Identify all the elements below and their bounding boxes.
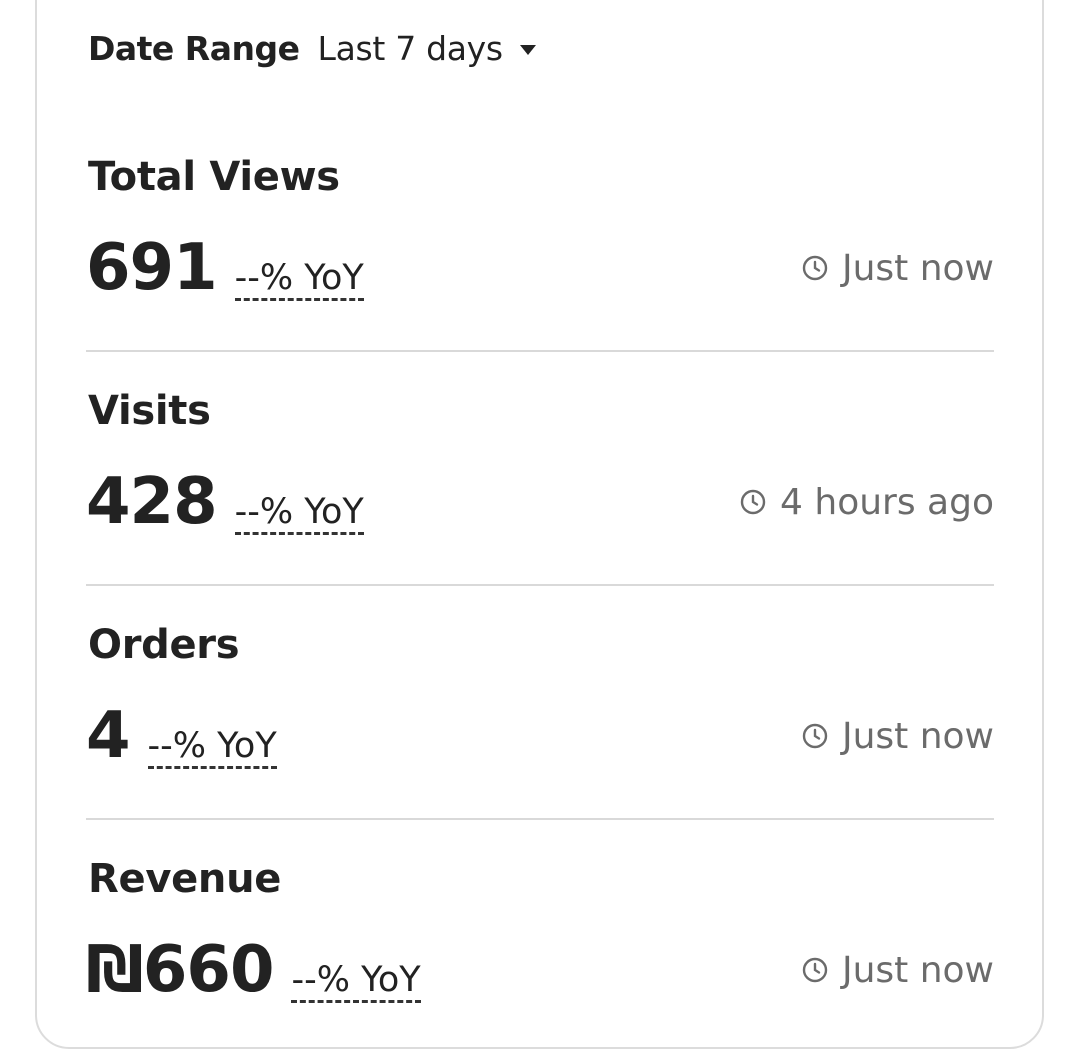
last-updated-text: Just now bbox=[841, 949, 994, 991]
metric-revenue: Revenue ₪660 --% YoY Just now bbox=[86, 818, 994, 1052]
metric-orders: Orders 4 --% YoY Just now bbox=[86, 584, 994, 820]
clock-icon bbox=[802, 723, 828, 749]
metric-title: Visits bbox=[88, 388, 211, 434]
metric-total-views: Total Views 691 --% YoY Just now bbox=[86, 116, 994, 352]
yoy-change[interactable]: --% YoY bbox=[291, 961, 421, 1003]
metric-value: 428 bbox=[86, 465, 218, 539]
metric-value: ₪660 bbox=[86, 933, 274, 1007]
clock-icon bbox=[802, 957, 828, 983]
metric-value: 4 bbox=[86, 699, 131, 773]
last-updated: Just now bbox=[802, 248, 994, 289]
clock-icon bbox=[740, 489, 766, 515]
last-updated-text: Just now bbox=[841, 715, 994, 757]
metric-title: Orders bbox=[88, 622, 240, 668]
date-range-label: Date Range bbox=[88, 28, 300, 68]
yoy-change[interactable]: --% YoY bbox=[234, 493, 364, 535]
metric-title: Revenue bbox=[88, 856, 282, 902]
last-updated: 4 hours ago bbox=[740, 482, 994, 523]
metric-visits: Visits 428 --% YoY 4 hours ago bbox=[86, 350, 994, 586]
last-updated: Just now bbox=[802, 950, 994, 991]
last-updated-text: 4 hours ago bbox=[780, 481, 994, 523]
yoy-change[interactable]: --% YoY bbox=[234, 259, 364, 301]
caret-down-icon[interactable] bbox=[519, 45, 536, 55]
metric-title: Total Views bbox=[88, 154, 340, 200]
yoy-change[interactable]: --% YoY bbox=[147, 727, 277, 769]
date-range-value[interactable]: Last 7 days bbox=[317, 29, 503, 68]
clock-icon bbox=[802, 255, 828, 281]
last-updated-text: Just now bbox=[841, 247, 994, 289]
metric-value: 691 bbox=[86, 231, 218, 305]
date-range-selector[interactable]: Date Range Last 7 days bbox=[88, 26, 536, 70]
last-updated: Just now bbox=[802, 716, 994, 757]
